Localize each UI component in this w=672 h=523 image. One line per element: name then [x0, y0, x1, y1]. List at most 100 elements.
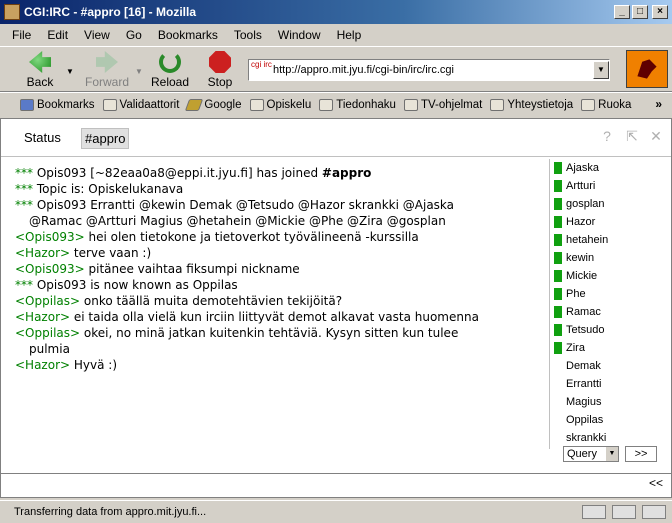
nick-action-go-button[interactable]: >> [625, 446, 657, 462]
url-bar[interactable]: cgi irc ▼ [248, 59, 610, 81]
status-message: Transferring data from appro.mit.jyu.fi.… [14, 506, 207, 518]
maximize-button[interactable]: □ [632, 5, 648, 19]
chat-line: <Hazor> terve vaan :) [15, 245, 549, 261]
message-text: onko täällä muita demotehtävien tekijöit… [80, 294, 343, 308]
message-nick[interactable]: <Hazor> [15, 310, 70, 324]
forward-button[interactable]: Forward [84, 51, 130, 91]
menu-bar: File Edit View Go Bookmarks Tools Window… [0, 24, 672, 46]
forward-arrow-icon [96, 51, 118, 73]
nick-list-item[interactable]: Demak [550, 357, 671, 375]
system-marker: *** [15, 278, 33, 292]
menu-file[interactable]: File [4, 28, 39, 42]
operator-icon [554, 216, 562, 228]
message-nick[interactable]: <Oppilas> [15, 326, 80, 340]
minimize-button[interactable]: _ [614, 5, 630, 19]
stop-button[interactable]: Stop [200, 51, 240, 91]
site-favicon-icon: cgi irc [251, 60, 272, 69]
back-arrow-icon [29, 51, 51, 73]
nick-list-item[interactable]: Zira [550, 339, 671, 357]
nick-list-item[interactable]: Errantti [550, 375, 671, 393]
message-nick[interactable]: <Hazor> [15, 358, 70, 372]
forward-dropdown-icon[interactable]: ▼ [135, 67, 143, 76]
nick-list-item[interactable]: kewin [550, 249, 671, 267]
message-nick[interactable]: <Opis093> [15, 262, 85, 276]
connection-icon [582, 505, 606, 519]
url-dropdown-icon[interactable]: ▼ [593, 61, 609, 79]
bookmark-opiskelu[interactable]: Opiskelu [249, 98, 311, 111]
back-dropdown-icon[interactable]: ▼ [66, 67, 74, 76]
nick-name: Magius [566, 396, 602, 408]
message-text: hei olen tietokone ja tietoverkot työväl… [84, 230, 419, 244]
system-marker: *** [15, 198, 33, 212]
bookmark-tiedonhaku[interactable]: Tiedonhaku [319, 98, 396, 111]
mozilla-throbber-icon[interactable] [626, 50, 668, 88]
chat-line: <Oppilas> onko täällä muita demotehtävie… [15, 293, 549, 309]
bookmark-tv-ohjelmat[interactable]: TV-ohjelmat [403, 98, 482, 111]
close-window-icon[interactable]: ✕ [647, 127, 665, 145]
menu-go[interactable]: Go [118, 28, 150, 42]
url-input[interactable] [273, 64, 593, 76]
tab-channel-appro[interactable]: #appro [81, 128, 130, 149]
window-title: CGI:IRC - #appro [16] - Mozilla [24, 5, 197, 19]
nick-list-item[interactable]: Magius [550, 393, 671, 411]
message-text: Hyvä :) [70, 358, 117, 372]
nick-list-item[interactable]: Mickie [550, 267, 671, 285]
nick-list-item[interactable]: gosplan [550, 195, 671, 213]
back-button[interactable]: Back [20, 51, 60, 91]
menu-tools[interactable]: Tools [226, 28, 270, 42]
tab-status[interactable]: Status [21, 128, 64, 147]
reload-button[interactable]: Reload [150, 51, 190, 91]
system-marker: *** [15, 182, 33, 196]
nick-name: Demak [566, 360, 601, 372]
nick-name: Oppilas [566, 414, 604, 426]
bookmark-google[interactable]: Google [185, 98, 242, 111]
message-input[interactable] [9, 476, 633, 494]
nick-name: kewin [566, 252, 595, 264]
bookmark-yhteystietoja[interactable]: Yhteystietoja [490, 98, 574, 111]
reload-label: Reload [150, 75, 190, 89]
nick-name: gosplan [566, 198, 605, 210]
message-nick[interactable]: <Opis093> [15, 230, 85, 244]
channel-name[interactable]: #appro [322, 166, 372, 180]
nick-list-item[interactable]: Ajaska [550, 159, 671, 177]
nick-name: Mickie [566, 270, 598, 282]
bookmarks-overflow-button[interactable]: » [655, 97, 662, 111]
menu-help[interactable]: Help [329, 28, 370, 42]
chat-line: <Opis093> hei olen tietokone ja tietover… [15, 229, 549, 245]
collapse-nicklist-button[interactable]: << [649, 476, 663, 490]
nick-list-item[interactable]: Oppilas [550, 411, 671, 429]
message-text: Topic is: Opiskelukanava [36, 182, 184, 196]
nick-name: Hazor [566, 216, 596, 228]
menu-edit[interactable]: Edit [39, 28, 76, 42]
bookmarks-menu-button[interactable]: Bookmarks [20, 98, 95, 111]
nick-list-item[interactable]: Artturi [550, 177, 671, 195]
forward-label: Forward [84, 75, 129, 89]
app-icon [4, 4, 20, 20]
nick-list-item[interactable]: Ramac [550, 303, 671, 321]
nick-list-item[interactable]: Phe [550, 285, 671, 303]
help-icon[interactable]: ? [598, 127, 616, 145]
chat-line: *** Opis093 is now known as Oppilas [15, 277, 549, 293]
bookmark-label: Google [204, 98, 242, 111]
nick-list-item[interactable]: Hazor [550, 213, 671, 231]
irc-client: Status #appro ? ⇱ ✕ *** Opis093 [~82eaa0… [0, 118, 672, 498]
nick-list-item[interactable]: hetahein [550, 231, 671, 249]
message-nick[interactable]: <Hazor> [15, 246, 70, 260]
menu-window[interactable]: Window [270, 28, 329, 42]
nick-list-item[interactable]: Tetsudo [550, 321, 671, 339]
menu-view[interactable]: View [76, 28, 118, 42]
bookmark-validaattorit[interactable]: Validaattorit [102, 98, 180, 111]
bookmark-label: Validaattorit [119, 98, 180, 111]
options-icon[interactable]: ⇱ [623, 127, 641, 145]
operator-icon [554, 288, 562, 300]
nick-action-value: Query [567, 448, 597, 460]
message-nick[interactable]: <Oppilas> [15, 294, 80, 308]
nick-action-select[interactable]: Query ▼ [563, 446, 619, 462]
nick-list: Ajaska Artturi gosplan Hazor hetahein kewin Mi… [549, 159, 671, 449]
menu-bookmarks[interactable]: Bookmarks [150, 28, 226, 42]
bookmark-label: Yhteystietoja [507, 98, 574, 111]
close-button[interactable]: × [652, 5, 668, 19]
bookmark-ruoka[interactable]: Ruoka [581, 98, 631, 111]
stop-icon [209, 51, 231, 73]
chat-line: *** Topic is: Opiskelukanava [15, 181, 549, 197]
